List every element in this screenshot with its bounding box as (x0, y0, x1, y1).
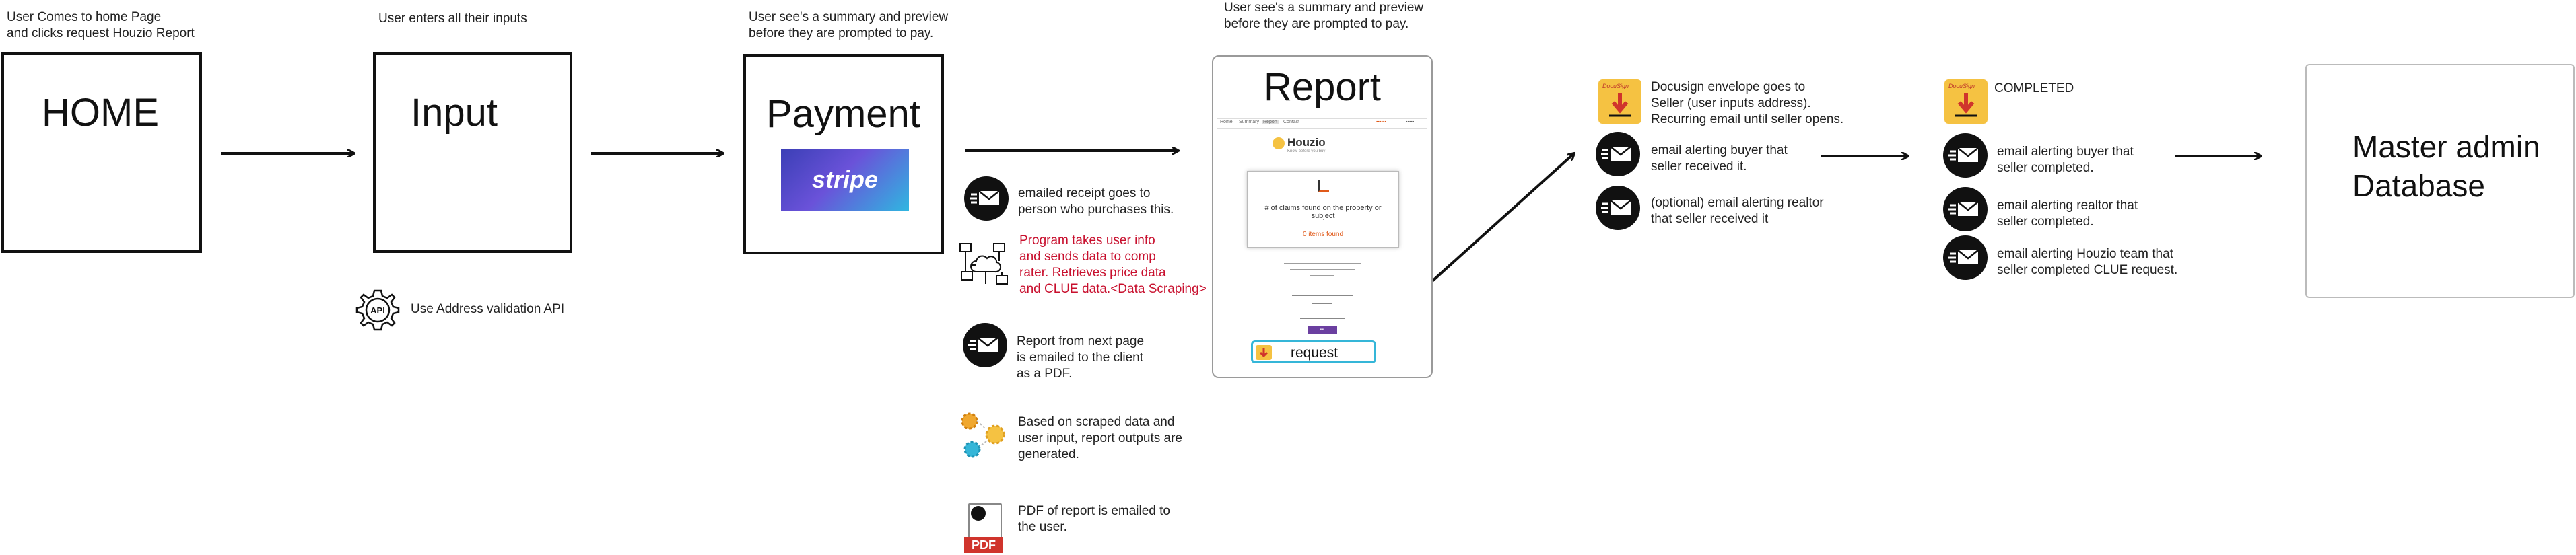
home-title: HOME (42, 91, 159, 135)
nav-item[interactable]: Home (1220, 120, 1233, 124)
receipt-note: emailed receipt goes to person who purch… (1018, 186, 1174, 217)
payment-title: Payment (766, 92, 920, 136)
report-preview: Report Home Summary Report Contact ▪▪▪▪▪… (1212, 55, 1433, 378)
gears-icon (955, 406, 1011, 463)
email-icon (1943, 235, 1988, 280)
stripe-logo: stripe (781, 149, 909, 211)
claims-card: # of claims found on the property or sub… (1247, 171, 1399, 248)
claims-count: 0 items found (1302, 231, 1344, 238)
claims-text: # of claims found on the property or sub… (1264, 204, 1382, 220)
report-title: Report (1263, 65, 1382, 109)
pdf-badge: PDF (964, 537, 1003, 553)
report-pdf-note: Report from next page is emailed to the … (1017, 334, 1145, 381)
email-icon (1943, 187, 1988, 231)
email-icon (1943, 133, 1988, 178)
houzio-logo: Houzio Know before you buy (1287, 136, 1326, 153)
realtor-received-note: (optional) email alerting realtor that s… (1651, 196, 1824, 226)
completed-title: COMPLETED (1994, 81, 2074, 96)
master-database-box: Master admin Database (2305, 64, 2575, 298)
nav-item[interactable]: Summary (1239, 120, 1259, 124)
input-box: Input (373, 52, 572, 253)
houzio-logo-icon (1273, 137, 1285, 149)
api-gear-icon: API (354, 287, 401, 334)
docusign-mini-icon (1256, 345, 1272, 360)
pdf-icon: PDF (964, 503, 1003, 554)
scraping-note: Program takes user info and sends data t… (1019, 233, 1207, 296)
preview-submit-button[interactable]: ▪▪▪ (1308, 326, 1337, 334)
caption-input: User enters all their inputs (378, 11, 527, 26)
report-nav: Home Summary Report Contact ▪▪▪▪▪▪ ▪▪▪▪▪ (1217, 118, 1427, 129)
caption-home: User Comes to home Page and clicks reque… (7, 10, 195, 40)
docusign-envelope-note: Docusign envelope goes to Seller (user i… (1651, 80, 1844, 126)
generated-note: Based on scraped data and user input, re… (1018, 415, 1182, 461)
payment-box: Payment stripe (743, 54, 944, 254)
email-icon (963, 323, 1007, 367)
nav-item[interactable]: Contact (1283, 120, 1299, 124)
email-icon (964, 176, 1009, 221)
stripe-text: stripe (811, 165, 879, 193)
api-icon-text: API (370, 305, 385, 316)
input-title: Input (411, 91, 498, 135)
docusign-icon: DocuSign (1598, 79, 1641, 124)
email-icon (1596, 132, 1640, 176)
api-label: Use Address validation API (411, 302, 565, 316)
request-label: request (1291, 345, 1338, 361)
home-box: HOME (1, 52, 202, 253)
docusign-completed-icon: DocuSign (1944, 79, 1988, 124)
caption-payment: User see's a summary and preview before … (749, 10, 949, 40)
completed-realtor-note: email alerting realtor that seller compl… (1997, 198, 2138, 229)
caption-report: User see's a summary and preview before … (1224, 1, 1424, 31)
buyer-received-note: email alerting buyer that seller receive… (1651, 143, 1788, 174)
data-scraping-icon (959, 238, 1011, 293)
master-title: Master admin Database (2352, 129, 2540, 203)
completed-team-note: email alerting Houzio team that seller c… (1997, 247, 2178, 277)
nav-item[interactable]: Report (1262, 120, 1279, 124)
pdf-email-note: PDF of report is emailed to the user. (1018, 504, 1170, 534)
email-icon (1596, 186, 1640, 230)
request-button[interactable]: request (1251, 340, 1376, 363)
claims-icon (1318, 180, 1329, 192)
completed-buyer-note: email alerting buyer that seller complet… (1997, 145, 2134, 175)
